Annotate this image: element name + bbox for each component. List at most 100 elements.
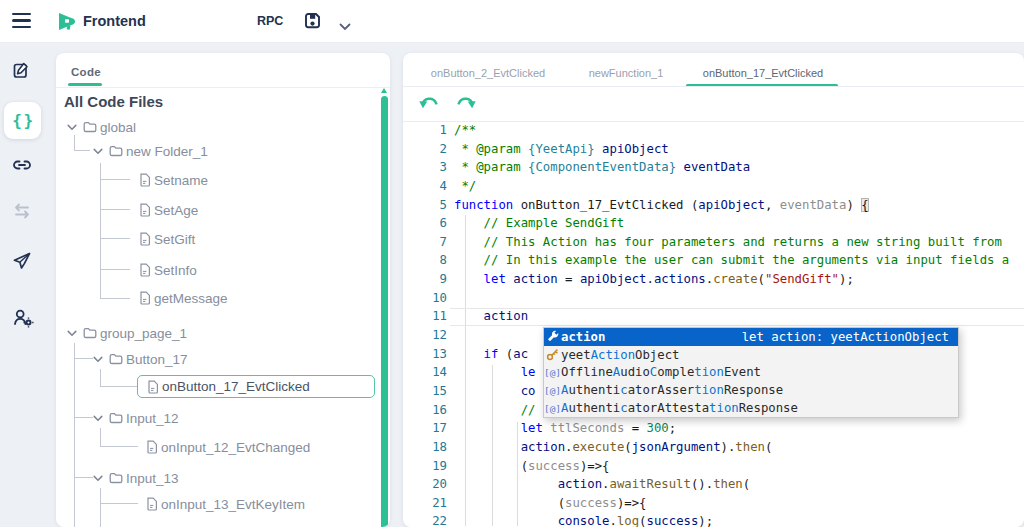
file-tree: global new Folder_1 Setname SetAge SetGift Se… [56, 53, 390, 527]
folder-icon [109, 472, 123, 484]
menu-icon[interactable] [12, 13, 31, 29]
bot-settings-icon[interactable] [12, 308, 32, 328]
folder-icon [109, 145, 123, 157]
chevron-down-icon [93, 356, 103, 363]
code-section-button[interactable]: {} [4, 102, 41, 139]
key-icon [544, 348, 561, 361]
tree-item-label: global [100, 120, 136, 135]
tree-item-setgift[interactable]: SetGift [139, 227, 195, 251]
line-number: 17 [403, 419, 447, 438]
code-files-panel: Code All Code Files globalnew Folder_1Se… [56, 53, 390, 527]
line-number: 7 [403, 233, 447, 252]
app-title: Frontend [83, 13, 146, 29]
line-number: 8 [403, 251, 447, 270]
tree-connector-line [74, 358, 93, 359]
tree-item-input-12[interactable]: Input_12 [93, 406, 179, 430]
tree-item-label: SetGift [154, 232, 195, 247]
tree-item-label: Input_13 [126, 471, 179, 486]
redo-button[interactable] [455, 95, 477, 113]
folder-icon [109, 412, 123, 424]
tree-item-group-page-1[interactable]: group_page_1 [67, 321, 187, 345]
tree-connector-line [74, 135, 75, 151]
code-edit-icon[interactable] [12, 61, 32, 81]
editor-tab-3[interactable]: onButton_17_EvtClicked [703, 67, 823, 79]
tree-item-setage[interactable]: SetAge [139, 198, 198, 222]
code-line: 19 (success)=>{ [403, 457, 1024, 476]
file-icon [139, 232, 151, 246]
swap-arrows-icon[interactable] [12, 202, 32, 222]
line-number: 13 [403, 345, 447, 364]
tree-item-button-17[interactable]: Button_17 [93, 347, 188, 371]
code-line: 8 // In this example the user can submit… [403, 251, 1024, 270]
file-icon [146, 440, 158, 454]
chevron-down-icon[interactable] [339, 17, 351, 35]
tree-item-global[interactable]: global [67, 115, 136, 139]
chevron-down-icon [93, 148, 103, 155]
file-icon [139, 291, 151, 305]
tree-item-setinfo[interactable]: SetInfo [139, 258, 197, 282]
suggestion-item[interactable]: [@]OfflineAudioCompletionEvent [544, 364, 958, 382]
autocomplete-popup: actionlet action: yeetActionObjectyeetAc… [543, 327, 959, 418]
app-window: Frontend RPC {} Code Al [0, 0, 1024, 527]
scrollbar-up-arrow[interactable] [381, 88, 387, 93]
chevron-down-icon [67, 124, 77, 131]
tree-connector-line [100, 446, 138, 447]
save-button[interactable] [303, 11, 322, 34]
tree-item-label: group_page_1 [100, 326, 187, 341]
tree-item-getmessage[interactable]: getMessage [139, 286, 228, 310]
undo-button[interactable] [419, 95, 441, 113]
divider [403, 86, 1024, 87]
code-line: 22 console.log(success); [403, 512, 1024, 527]
tree-item-label: SetAge [154, 203, 198, 218]
code-line: 2 * @param {YeetApi} apiObject [403, 140, 1024, 159]
tree-connector-line [74, 343, 75, 527]
tree-connector-line [100, 488, 101, 527]
code-line: 17 let ttlSeconds = 300; [403, 419, 1024, 438]
tree-item-oninput-12-evtchanged[interactable]: onInput_12_EvtChanged [146, 435, 310, 459]
line-number: 2 [403, 140, 447, 159]
tree-connector-line [100, 238, 130, 239]
tree-scrollbar[interactable] [381, 96, 388, 527]
line-number: 15 [403, 382, 447, 401]
top-bar: Frontend RPC [0, 0, 1024, 43]
line-number: 9 [403, 270, 447, 289]
tree-item-new-folder-1[interactable]: new Folder_1 [93, 139, 208, 163]
send-icon[interactable] [12, 251, 32, 271]
tree-item-label: onButton_17_EvtClicked [162, 379, 310, 394]
tree-item-oninput-13-evtkeyitem[interactable]: onInput_13_EvtKeyItem [146, 492, 305, 516]
tree-item-label: Button_17 [126, 352, 188, 367]
editor-tab-2[interactable]: newFunction_1 [589, 67, 664, 79]
code-line: 10 [403, 289, 1024, 308]
folder-icon [83, 121, 97, 133]
icon-rail: {} [0, 42, 53, 527]
tree-connector-line [74, 417, 93, 418]
suggestion-item[interactable]: actionlet action: yeetActionObject [544, 328, 958, 346]
line-number: 22 [403, 512, 447, 527]
tree-item-input-13[interactable]: Input_13 [93, 466, 179, 490]
braces-icon: {} [10, 111, 34, 130]
link-icon[interactable] [12, 155, 32, 175]
suggestion-item[interactable]: yeetActionObject [544, 346, 958, 364]
code-line: 5function onButton_17_EvtClicked (apiObj… [403, 196, 1024, 215]
code-line: 20 action.awaitResult().then( [403, 475, 1024, 494]
tree-item-setname[interactable]: Setname [139, 168, 208, 192]
editor-tab-1[interactable]: onButton_2_EvtClicked [431, 67, 545, 79]
tree-item-label: new Folder_1 [126, 144, 208, 159]
suggestion-item[interactable]: [@]AuthenticatorAttestationResponse [544, 399, 958, 417]
tree-connector-line [100, 269, 130, 270]
tree-connector-line [100, 428, 101, 447]
tree-connector-line [100, 386, 137, 387]
tree-connector-line [74, 150, 90, 151]
line-number: 4 [403, 177, 447, 196]
line-number: 19 [403, 457, 447, 476]
chevron-down-icon [93, 475, 103, 482]
file-icon [146, 497, 158, 511]
tree-connector-line [74, 477, 93, 478]
code-line: 1/** [403, 121, 1024, 140]
line-number: 18 [403, 438, 447, 457]
code-editor[interactable]: 1/**2 * @param {YeetApi} apiObject3 * @p… [403, 121, 1024, 527]
suggestion-item[interactable]: [@]AuthenticatorAssertionResponse [544, 381, 958, 399]
line-number: 20 [403, 475, 447, 494]
tree-item-label: onInput_12_EvtChanged [161, 440, 310, 455]
tree-item-onbutton-17-evtclicked[interactable]: onButton_17_EvtClicked [137, 375, 375, 398]
